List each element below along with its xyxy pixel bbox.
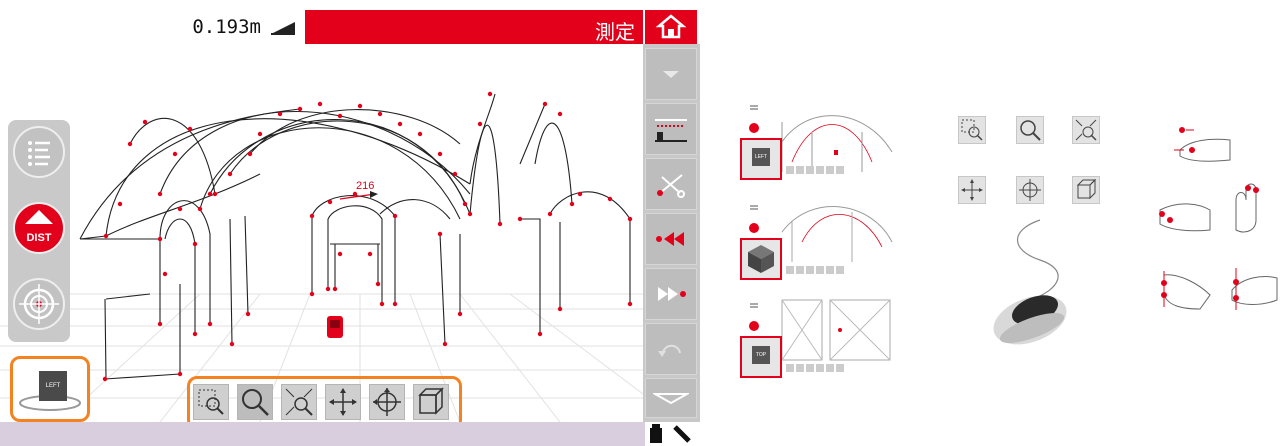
- distance-readout-panel: 0.193m: [0, 10, 305, 45]
- rotate-gesture-icon: [1161, 271, 1211, 310]
- thumbnail-toolstrip: [786, 364, 844, 372]
- status-bar: [0, 422, 645, 446]
- thumbnail-cube-face: LEFT: [752, 148, 770, 166]
- help-orbit-icon: [1016, 176, 1044, 204]
- dist-label: DIST: [26, 232, 52, 244]
- viewcube-face: LEFT: [39, 371, 67, 401]
- forward-button[interactable]: [645, 268, 697, 320]
- measurement-label: 216: [356, 180, 374, 192]
- dist-button[interactable]: DIST: [13, 202, 65, 254]
- cut-button[interactable]: [645, 158, 697, 210]
- pen-icon: [673, 425, 691, 443]
- measurement-arrow-icon: [370, 191, 378, 198]
- height-profile-icon: [655, 119, 687, 142]
- thumbnail-toolstrip: [786, 166, 844, 174]
- list-menu-icon: [28, 141, 50, 166]
- forward-icon: [658, 287, 686, 301]
- slope-wedge-icon[interactable]: [269, 20, 297, 36]
- undo-icon: [658, 344, 681, 357]
- thumbnail-side-icons: [749, 105, 759, 133]
- scroll-down-icon: [653, 393, 689, 405]
- zoom-button[interactable]: [237, 384, 273, 420]
- height-profile-button[interactable]: [645, 103, 697, 155]
- mouse-icon: [993, 219, 1067, 345]
- disto-device-icon: [327, 316, 343, 338]
- thumbnail-side-icons: [749, 205, 759, 233]
- device-icon: [650, 424, 662, 443]
- mode-header: 測定: [305, 10, 643, 44]
- rewind-button[interactable]: [645, 213, 697, 265]
- target-icon: [19, 284, 59, 324]
- thumbnail-viewcube: TOP: [740, 336, 782, 378]
- box-view-button[interactable]: [413, 384, 449, 420]
- app-window: 0.193m 測定 216 DIST LEFT: [0, 0, 700, 446]
- help-pan-icon: [958, 176, 986, 204]
- thumbnail-viewcube: LEFT: [740, 138, 782, 180]
- distance-readout: 0.193m: [192, 16, 261, 38]
- home-button[interactable]: [645, 10, 697, 44]
- 3d-viewport[interactable]: 216: [0, 44, 643, 422]
- thumbnail-viewcube: [740, 238, 782, 280]
- pan-button[interactable]: [325, 384, 361, 420]
- rewind-icon: [656, 232, 684, 246]
- left-toolbar: DIST: [8, 120, 70, 342]
- mode-label: 測定: [595, 22, 635, 44]
- thumbnail-side-icons: [749, 303, 759, 331]
- pan-icon: [329, 388, 357, 416]
- pinch-gesture-icon: [1235, 183, 1259, 233]
- help-zoom-extents-icon: [1072, 116, 1100, 144]
- gesture-help-panel: [1150, 120, 1286, 320]
- help-zoom-icon: [1016, 116, 1044, 144]
- swipe-gesture-icon: [1174, 127, 1231, 162]
- two-finger-gesture-icon: [1159, 203, 1211, 232]
- zoom-extents-icon: [285, 388, 313, 416]
- scroll-up-icon: [663, 71, 679, 78]
- thumbnail-cube-face: TOP: [752, 346, 770, 364]
- cube-iso-icon: [748, 245, 774, 273]
- point-cloud-canvas[interactable]: 216: [0, 44, 643, 422]
- scroll-up-button[interactable]: [645, 48, 697, 100]
- scroll-down-button[interactable]: [645, 378, 697, 418]
- orbit-icon: [373, 388, 401, 416]
- right-toolbar: [643, 44, 700, 422]
- zoom-window-icon: [198, 389, 224, 415]
- orbit-button[interactable]: [369, 384, 405, 420]
- scissors-icon: [657, 174, 685, 198]
- help-box-view-icon: [1072, 176, 1100, 204]
- view-thumbnail-2: [740, 192, 900, 280]
- top-bar: 0.193m 測定: [0, 10, 700, 45]
- help-zoom-window-icon: [958, 116, 986, 144]
- zoom-window-button[interactable]: [193, 384, 229, 420]
- status-icons: [645, 422, 700, 446]
- target-button[interactable]: [13, 278, 65, 330]
- viewcube[interactable]: LEFT: [15, 361, 85, 417]
- home-icon: [655, 14, 687, 39]
- view-thumbnail-1: LEFT: [740, 92, 900, 180]
- thumbnail-toolstrip: [786, 266, 844, 274]
- box-view-icon: [418, 387, 444, 415]
- view-thumbnail-3: TOP: [740, 290, 900, 378]
- tilt-gesture-icon: [1231, 268, 1278, 310]
- mouse-help-panel: [950, 110, 1130, 360]
- zoom-icon: [242, 389, 269, 416]
- viewcube-highlight: LEFT: [10, 356, 90, 422]
- menu-button[interactable]: [13, 126, 65, 178]
- zoom-extents-button[interactable]: [281, 384, 317, 420]
- undo-button[interactable]: [645, 323, 697, 375]
